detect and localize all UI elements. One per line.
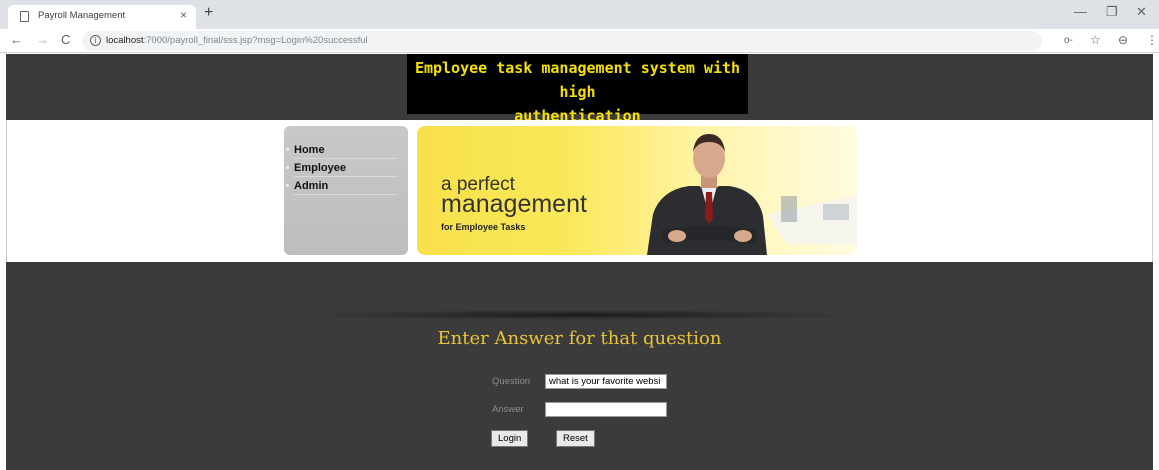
section-divider — [296, 310, 866, 320]
page-body: Employee task management system with hig… — [0, 54, 1159, 470]
form-heading: Enter Answer for that question — [437, 328, 722, 349]
browser-menu-icon[interactable]: ⋮ — [1146, 33, 1158, 47]
minimize-icon[interactable]: — — [1074, 4, 1087, 19]
bookmark-star-icon[interactable]: ☆ — [1090, 33, 1101, 47]
site-info-icon[interactable]: i — [90, 35, 101, 46]
tab-close-icon[interactable]: × — [180, 8, 187, 22]
url-field[interactable]: i localhost:7000/payroll_final/sss.jsp?m… — [82, 31, 1042, 51]
url-path: :7000/payroll_final/sss.jsp?msg=Login%20… — [143, 35, 368, 46]
tab-title: Payroll Management — [38, 10, 126, 21]
url-host: localhost — [106, 35, 144, 46]
menu-item-home[interactable]: Home — [286, 141, 398, 159]
restore-icon[interactable]: ❐ — [1106, 4, 1118, 20]
businessman-image — [647, 134, 857, 255]
reset-button[interactable]: Reset — [556, 430, 595, 447]
profile-icon[interactable]: ⊖ — [1118, 33, 1128, 47]
form-band: Enter Answer for that question Question … — [6, 262, 1153, 470]
answer-label: Answer — [492, 404, 524, 415]
browser-tab[interactable]: Payroll Management × — [8, 5, 196, 29]
browser-tab-strip: Payroll Management × + — ❐ ✕ — [0, 0, 1159, 29]
side-menu: Home Employee Admin — [284, 126, 408, 255]
url-text: localhost:7000/payroll_final/sss.jsp?msg… — [106, 35, 368, 46]
menu-item-employee[interactable]: Employee — [286, 159, 398, 177]
site-title-line1: Employee task management system with hig… — [414, 59, 741, 101]
key-icon[interactable]: o- — [1064, 35, 1073, 46]
menu-item-admin[interactable]: Admin — [286, 177, 398, 195]
question-label: Question — [492, 376, 531, 387]
banner-line2: management — [441, 190, 587, 218]
window-close-icon[interactable]: ✕ — [1136, 4, 1147, 20]
banner-line3: for Employee Tasks — [441, 222, 526, 232]
address-bar: ← → C i localhost:7000/payroll_final/sss… — [0, 29, 1159, 53]
reload-icon[interactable]: C — [61, 32, 70, 47]
question-field[interactable] — [545, 374, 667, 389]
forward-icon[interactable]: → — [36, 32, 49, 47]
answer-field[interactable] — [545, 402, 667, 417]
hero-banner: a perfect management for Employee Tasks — [417, 126, 857, 255]
back-icon[interactable]: ← — [10, 32, 23, 47]
site-title: Employee task management system with hig… — [407, 54, 748, 125]
new-tab-icon[interactable]: + — [204, 4, 213, 22]
page-icon — [20, 11, 29, 22]
login-button[interactable]: Login — [491, 430, 529, 447]
